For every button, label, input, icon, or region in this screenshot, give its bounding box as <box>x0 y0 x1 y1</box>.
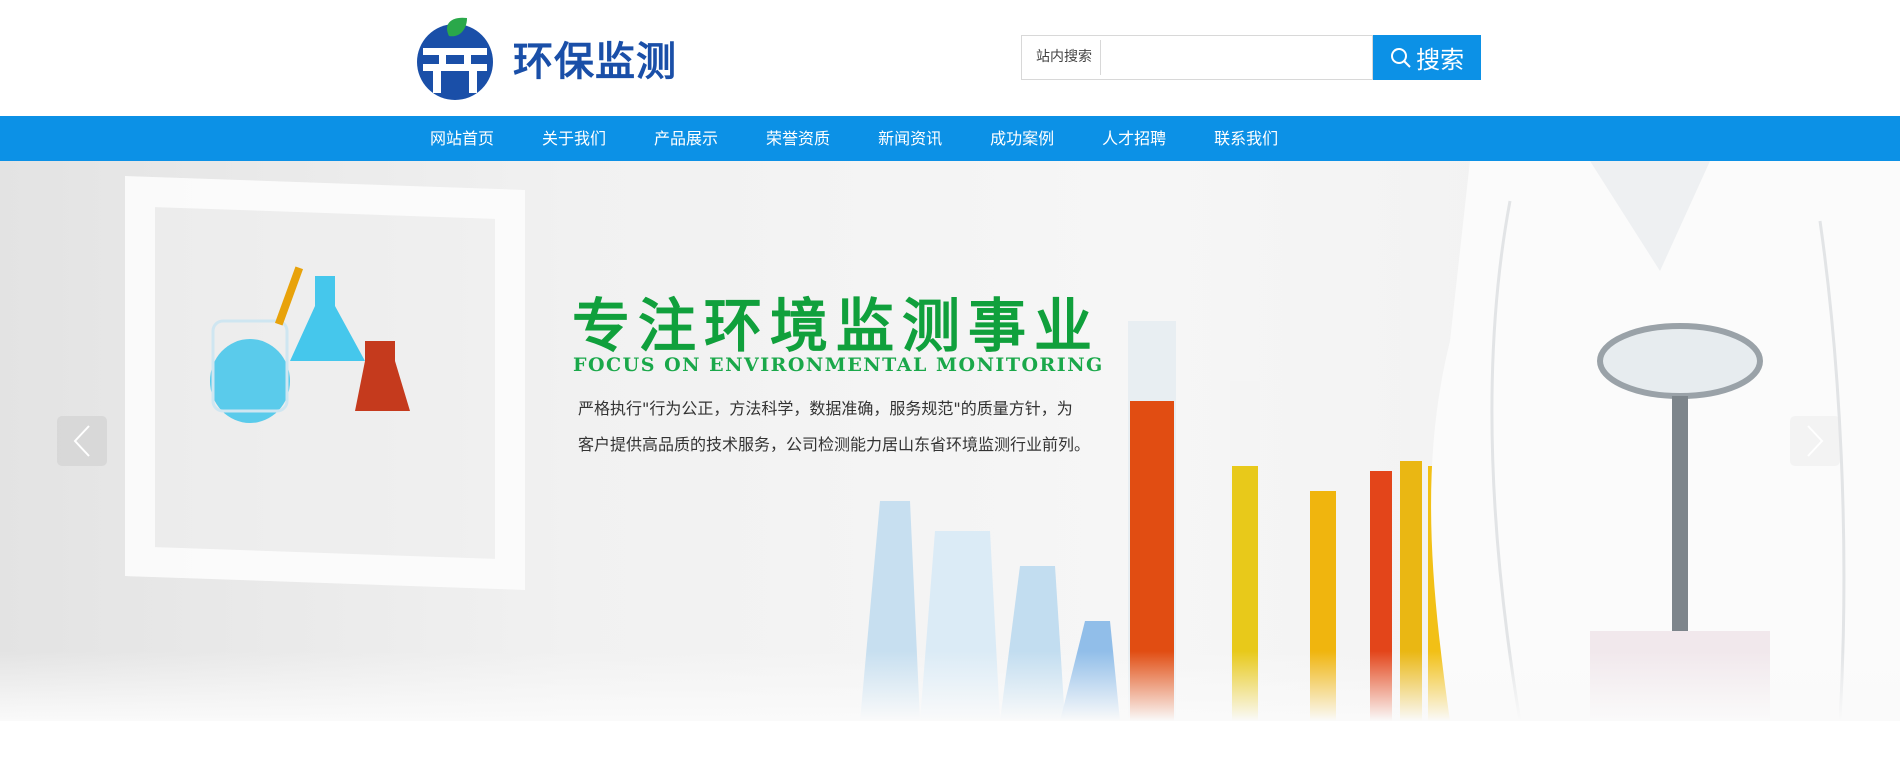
banner-floor-fade <box>0 651 1900 721</box>
nav-item-careers[interactable]: 人才招聘 <box>1078 116 1190 161</box>
nav-item-home[interactable]: 网站首页 <box>406 116 518 161</box>
nav-item-honors[interactable]: 荣誉资质 <box>742 116 854 161</box>
hero-banner: 专注环境监测事业 FOCUS ON ENVIRONMENTAL MONITORI… <box>0 161 1900 721</box>
nav-item-cases[interactable]: 成功案例 <box>966 116 1078 161</box>
site-header: 环保监测 站内搜索 搜索 <box>0 0 1900 116</box>
carousel-next-button[interactable] <box>1790 416 1840 466</box>
nav-list: 网站首页 关于我们 产品展示 荣誉资质 新闻资讯 成功案例 人才招聘 联系我们 <box>406 116 1302 161</box>
site-search: 站内搜索 搜索 <box>1021 35 1481 80</box>
nav-item-contact[interactable]: 联系我们 <box>1190 116 1302 161</box>
chevron-left-icon <box>73 425 90 457</box>
main-nav: 网站首页 关于我们 产品展示 荣誉资质 新闻资讯 成功案例 人才招聘 联系我们 <box>0 116 1900 161</box>
logo-emblem-icon <box>417 17 493 100</box>
nav-item-products[interactable]: 产品展示 <box>630 116 742 161</box>
search-icon <box>1391 47 1411 68</box>
carousel-prev-button[interactable] <box>57 416 107 466</box>
chevron-right-icon <box>1807 425 1824 457</box>
search-button-label: 搜索 <box>1416 46 1465 74</box>
search-box: 站内搜索 <box>1021 35 1374 80</box>
site-logo[interactable]: 环保监测 <box>409 14 679 102</box>
search-button[interactable]: 搜索 <box>1373 35 1481 80</box>
nav-item-about[interactable]: 关于我们 <box>518 116 630 161</box>
nav-item-news[interactable]: 新闻资讯 <box>854 116 966 161</box>
search-input[interactable] <box>1101 37 1373 78</box>
logo-text: 环保监测 <box>513 39 677 85</box>
search-label: 站内搜索 <box>1022 40 1101 75</box>
flask-group-illustration <box>210 266 410 423</box>
